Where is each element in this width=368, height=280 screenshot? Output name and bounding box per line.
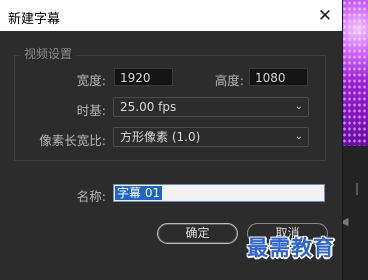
pixel-aspect-value: 方形像素 (1.0) — [120, 130, 201, 144]
pixel-aspect-select[interactable]: 方形像素 (1.0) ⌄ — [113, 127, 309, 147]
name-input-selected-text: 字幕 01 — [115, 186, 163, 200]
timebase-select[interactable]: 25.00 fps ⌄ — [113, 97, 309, 117]
pixel-aspect-label: 像素长宽比: — [39, 133, 106, 148]
background-video-thumbnail — [342, 0, 368, 146]
watermark-logo: 最需教育 — [247, 236, 335, 260]
name-input[interactable]: 字幕 01 — [113, 184, 325, 202]
width-field[interactable]: 1920 — [114, 68, 173, 86]
title-bar: 新建字幕 ✕ — [0, 0, 342, 31]
ok-button[interactable]: 确定 — [157, 223, 238, 244]
chevron-down-icon: ⌄ — [294, 131, 303, 142]
close-icon[interactable]: ✕ — [312, 3, 338, 29]
height-label: 高度: — [214, 73, 244, 88]
height-field[interactable]: 1080 — [249, 68, 308, 86]
name-label: 名称: — [76, 189, 106, 204]
timebase-label: 时基: — [76, 103, 106, 118]
dialog-title: 新建字幕 — [8, 12, 61, 27]
timebase-value: 25.00 fps — [120, 100, 177, 114]
chevron-down-icon: ⌄ — [294, 101, 303, 112]
background-timeline-strip — [342, 146, 368, 280]
width-label: 宽度: — [76, 73, 106, 88]
video-settings-legend: 视频设置 — [20, 45, 77, 62]
timeline-tick — [356, 183, 358, 195]
